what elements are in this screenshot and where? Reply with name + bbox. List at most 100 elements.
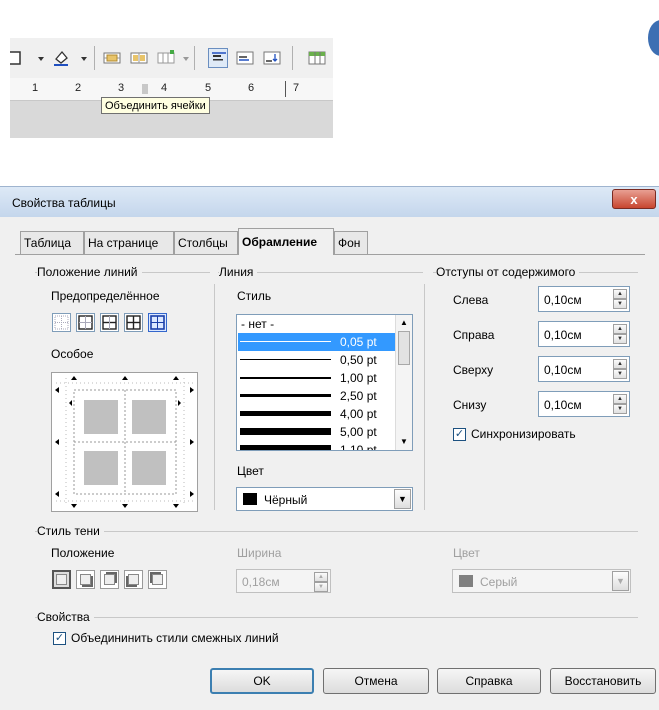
padding-bottom-label: Снизу (453, 398, 487, 412)
shadow-top-left-icon[interactable] (148, 570, 167, 589)
group-divider (214, 284, 215, 510)
preset-none-icon[interactable] (52, 313, 71, 332)
predefined-label: Предопределённое (51, 289, 160, 303)
spin-down-icon[interactable]: ▼ (613, 334, 627, 344)
merge-cells-tooltip: Объединить ячейки (101, 97, 210, 114)
help-button[interactable]: Справка (437, 668, 541, 694)
padding-top-label: Сверху (453, 363, 494, 377)
ruler-number: 2 (75, 82, 82, 94)
padding-heading: Отступы от содержимого (436, 265, 580, 279)
padding-right-field[interactable]: 0,10см ▲ ▼ (538, 321, 630, 347)
toolbar-separator (292, 46, 293, 70)
close-button[interactable]: x (612, 189, 656, 209)
toolbar-separator (194, 46, 195, 70)
scroll-thumb[interactable] (398, 331, 410, 365)
dialog-title: Свойства таблицы (12, 196, 116, 210)
optimize-dropdown-icon[interactable] (176, 48, 189, 68)
scroll-up-icon[interactable]: ▲ (396, 315, 412, 331)
chevron-down-icon[interactable]: ▼ (394, 489, 411, 509)
spin-up-icon[interactable]: ▲ (613, 359, 627, 369)
list-item[interactable]: 2,50 pt (238, 387, 397, 405)
spin-up-icon[interactable]: ▲ (314, 572, 328, 582)
spin-up-icon[interactable]: ▲ (613, 289, 627, 299)
list-item[interactable]: 0,05 pt (238, 333, 397, 351)
spin-down-icon[interactable]: ▼ (613, 299, 627, 309)
list-item[interactable]: 5,00 pt (238, 423, 397, 441)
ruler-tab-marker[interactable] (285, 81, 286, 97)
custom-label: Особое (51, 347, 94, 361)
cancel-button[interactable]: Отмена (323, 668, 429, 694)
line-style-list[interactable]: - нет - 0,05 pt 0,50 pt 1,00 pt 2,50 pt … (236, 314, 413, 451)
line-position-heading: Положение линий (37, 265, 142, 279)
tab-page-flow[interactable]: На странице (84, 231, 174, 254)
preview-cell (84, 451, 118, 485)
tab-borders[interactable]: Обрамление (238, 228, 334, 255)
shadow-bottom-right-icon[interactable] (76, 570, 95, 589)
shadow-color-label: Цвет (453, 546, 480, 560)
padding-top-field[interactable]: 0,10см ▲ ▼ (538, 356, 630, 382)
padding-right-label: Справа (453, 328, 495, 342)
reset-button[interactable]: Восстановить (550, 668, 656, 694)
preset-outer-all-icon[interactable] (124, 313, 143, 332)
padding-bottom-field[interactable]: 0,10см ▲ ▼ (538, 391, 630, 417)
shadow-bottom-left-icon[interactable] (124, 570, 143, 589)
ruler-number: 1 (32, 82, 39, 94)
user-defined-border-preview[interactable] (51, 372, 198, 512)
spin-down-icon[interactable]: ▼ (314, 582, 328, 592)
insert-row-icon[interactable] (307, 48, 327, 68)
toolbar-snippet: 1 2 3 4 5 6 7 (10, 38, 333, 138)
list-item[interactable]: - нет - (238, 315, 397, 333)
list-item[interactable]: 1,10 pt (238, 441, 397, 450)
preset-outer-inner-icon[interactable] (148, 313, 167, 332)
shadow-color-value: Серый (480, 575, 518, 589)
fill-color-icon[interactable] (51, 48, 71, 68)
group-divider (35, 531, 638, 532)
spin-up-icon[interactable]: ▲ (613, 394, 627, 404)
shadow-top-right-icon[interactable] (100, 570, 119, 589)
align-top-icon[interactable] (208, 48, 228, 68)
ruler-marker[interactable] (142, 84, 148, 94)
list-item[interactable]: 1,00 pt (238, 369, 397, 387)
group-divider (35, 617, 638, 618)
line-heading: Линия (219, 265, 258, 279)
line-color-label: Цвет (237, 464, 264, 478)
optimize-icon[interactable] (156, 48, 176, 68)
merge-adjacent-label: Объедининить стили смежных линий (71, 631, 279, 645)
tab-background[interactable]: Фон (334, 231, 368, 254)
list-item[interactable]: 0,50 pt (238, 351, 397, 369)
spin-down-icon[interactable]: ▼ (613, 369, 627, 379)
line-style-scrollbar[interactable]: ▲ ▼ (395, 315, 412, 450)
merge-cells-icon[interactable] (102, 48, 122, 68)
shadow-none-icon[interactable] (52, 570, 71, 589)
spin-up-icon[interactable]: ▲ (613, 324, 627, 334)
preset-outer-horizontal-icon[interactable] (100, 313, 119, 332)
table-toolbar (10, 38, 333, 78)
merge-adjacent-checkbox[interactable]: ✓ (53, 632, 66, 645)
chevron-down-icon[interactable]: ▼ (612, 571, 629, 591)
align-center-vertical-icon[interactable] (235, 48, 255, 68)
synchronize-checkbox[interactable]: ✓ (453, 428, 466, 441)
ruler-number: 7 (293, 82, 300, 94)
align-bottom-icon[interactable] (262, 48, 282, 68)
preview-cell (132, 400, 166, 434)
list-item[interactable]: 4,00 pt (238, 405, 397, 423)
padding-left-field[interactable]: 0,10см ▲ ▼ (538, 286, 630, 312)
shadow-color-select[interactable]: Серый ▼ (452, 569, 631, 593)
split-cells-icon[interactable] (129, 48, 149, 68)
line-color-value: Чёрный (264, 493, 308, 507)
spin-down-icon[interactable]: ▼ (613, 404, 627, 414)
preset-outer-icon[interactable] (76, 313, 95, 332)
color-swatch (459, 575, 473, 587)
line-color-select[interactable]: Чёрный ▼ (236, 487, 413, 511)
fill-dropdown-icon[interactable] (74, 48, 87, 68)
toolbar-separator (94, 46, 95, 70)
shadow-width-field[interactable]: 0,18см ▲ ▼ (236, 569, 331, 593)
scroll-down-icon[interactable]: ▼ (396, 434, 412, 450)
tab-table[interactable]: Таблица (20, 231, 84, 254)
ok-button[interactable]: OK (210, 668, 314, 694)
tab-columns[interactable]: Столбцы (174, 231, 238, 254)
properties-heading: Свойства (37, 610, 94, 624)
borders-dropdown-icon[interactable] (31, 48, 44, 68)
borders-icon[interactable] (10, 48, 26, 68)
border-preview-frame-icon (55, 376, 194, 508)
